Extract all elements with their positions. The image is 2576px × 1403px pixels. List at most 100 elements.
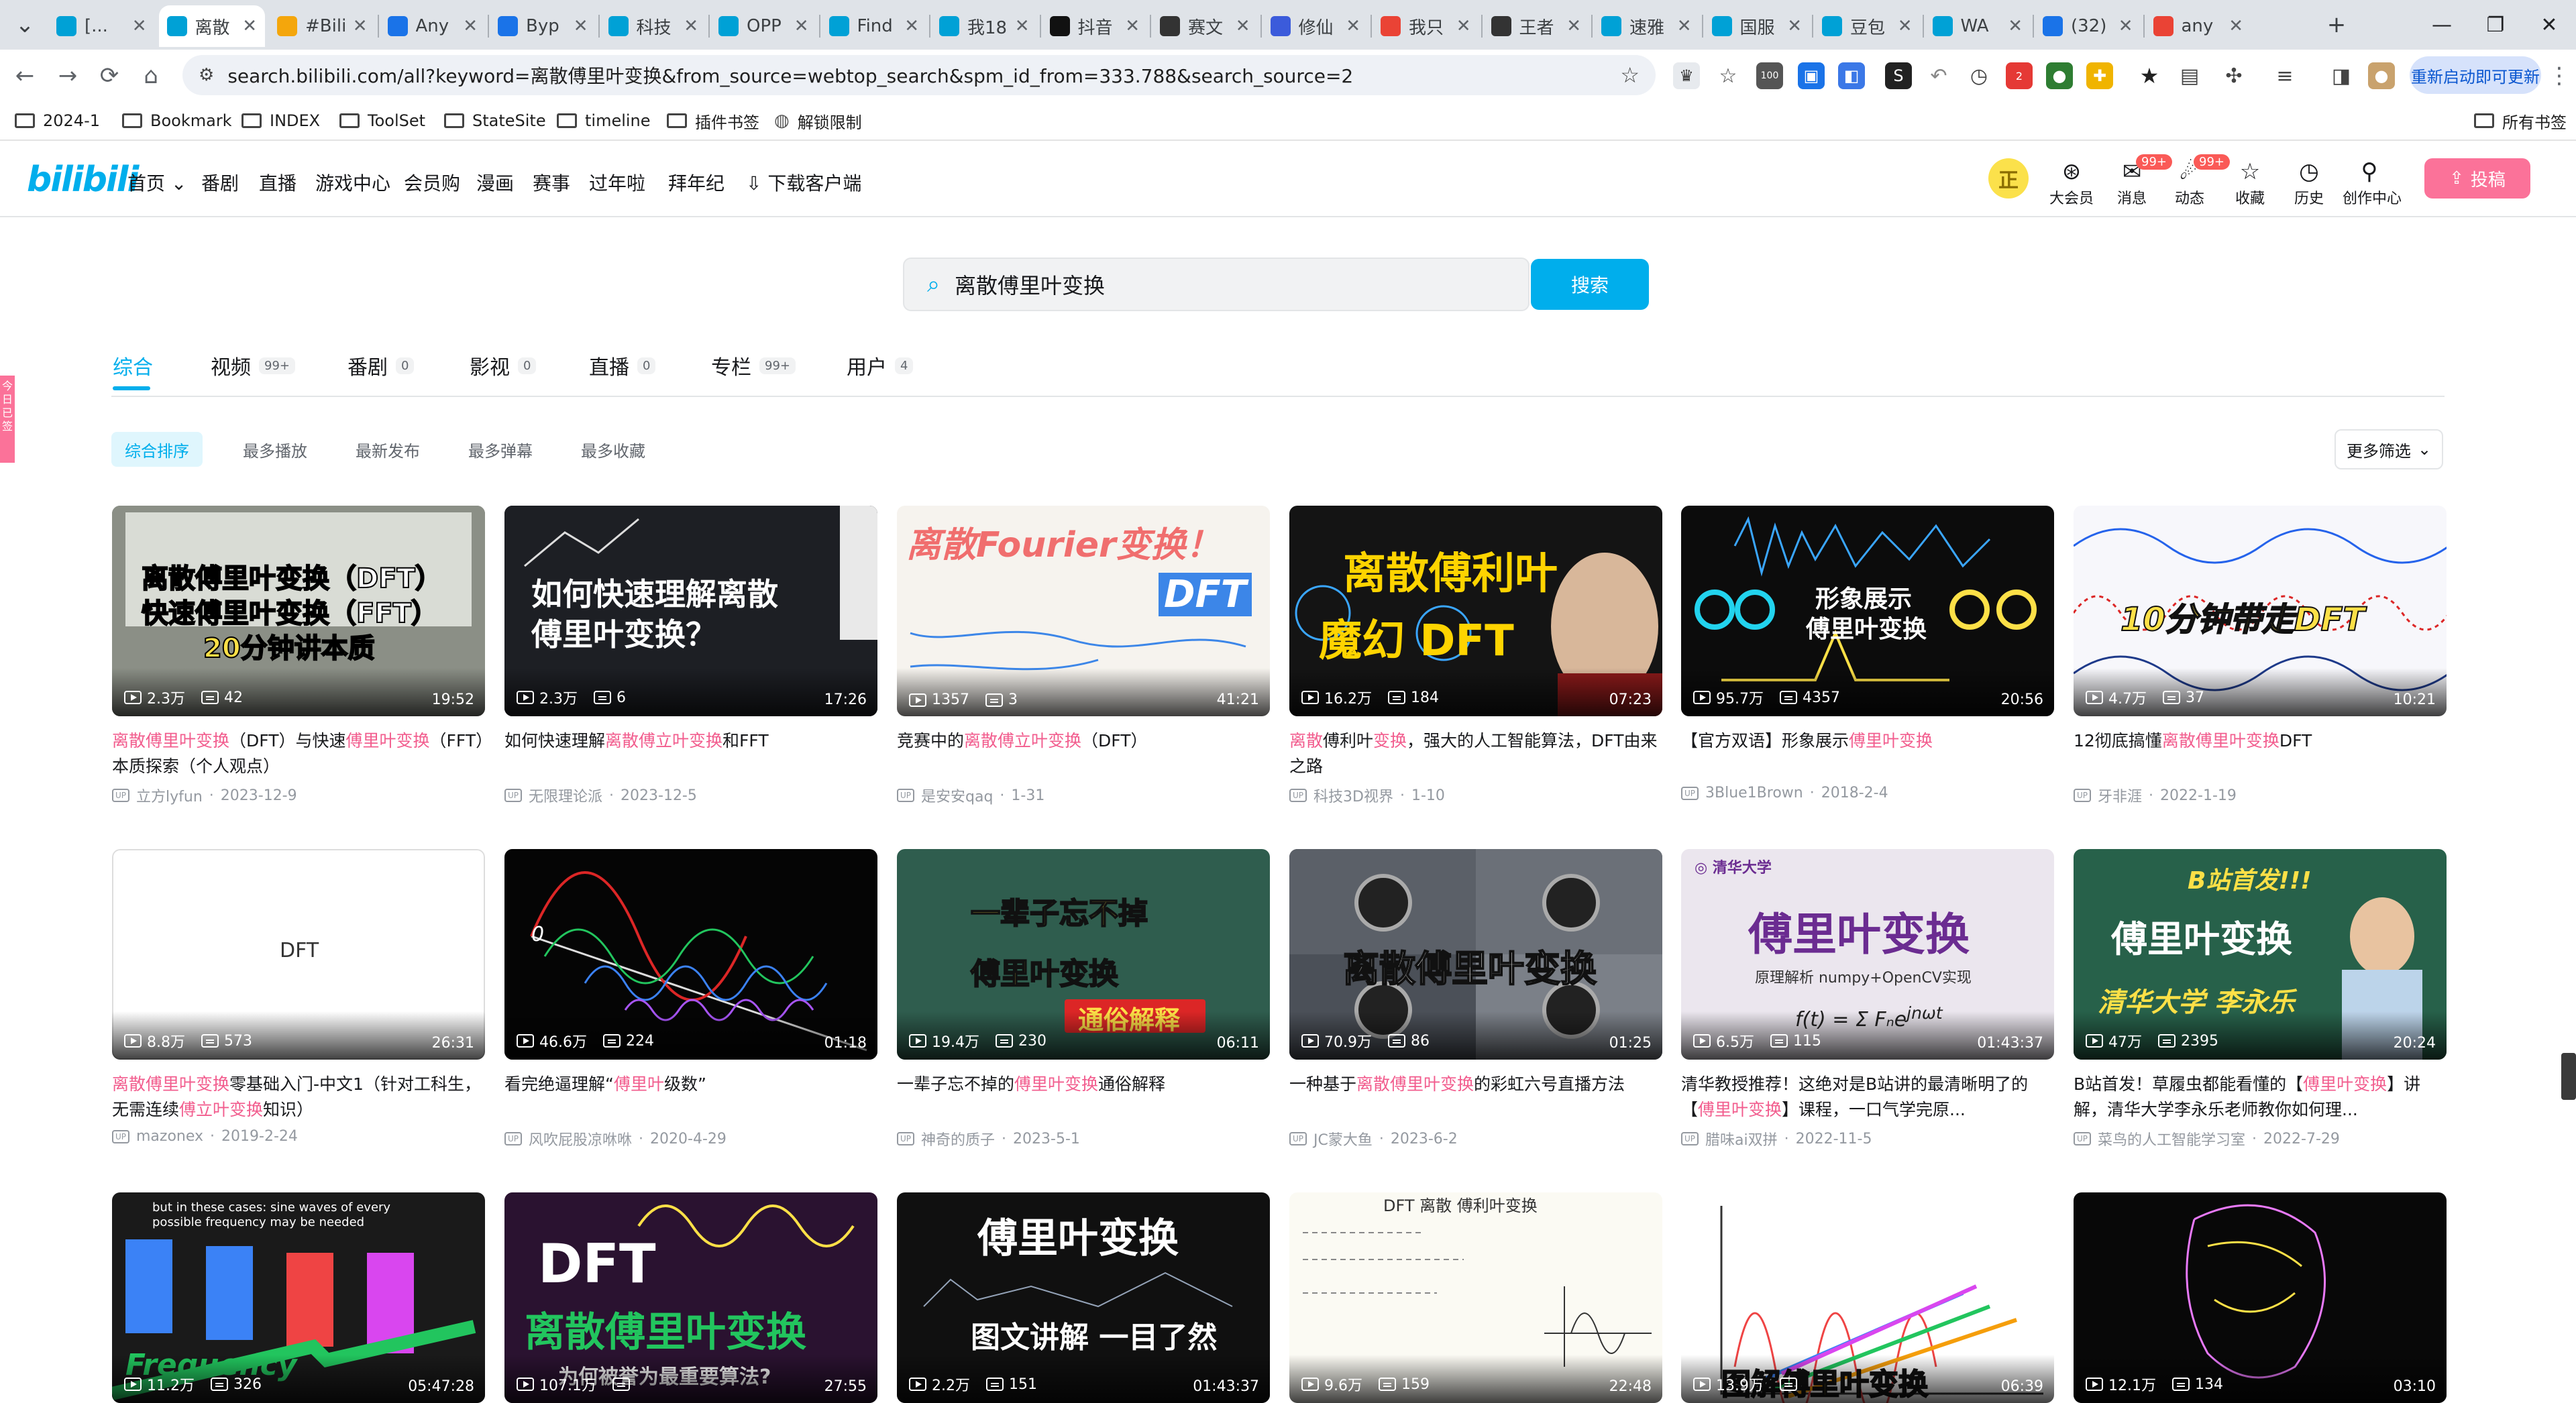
bookmark-folder-2024-1[interactable]: 2024-1 xyxy=(15,107,100,134)
uploader-name[interactable]: 牙非涯 xyxy=(2098,785,2142,806)
tab-film[interactable]: 影视 0 xyxy=(470,350,537,381)
side-panel-icon[interactable]: ◨ xyxy=(2328,62,2355,89)
video-thumbnail[interactable]: 形象展示 傅里叶变换 95.7万 4357 20:56 xyxy=(1681,506,2054,716)
nav-anime[interactable]: 番剧 xyxy=(201,169,239,196)
tab-search-icon[interactable]: ⌄ xyxy=(7,7,43,43)
video-thumbnail[interactable]: DFT离散傅里叶变换为何被誉为最重要算法?107.1万27:55 xyxy=(504,1192,877,1403)
nav-game-center[interactable]: 游戏中心 xyxy=(315,169,390,196)
extension-star-icon[interactable]: ☆ xyxy=(1715,62,1741,89)
nav-live[interactable]: 直播 xyxy=(259,169,297,196)
header-history[interactable]: ◷ 历史 xyxy=(2282,158,2336,208)
close-tab-icon[interactable]: ✕ xyxy=(132,16,147,36)
tab-users[interactable]: 用户 4 xyxy=(847,350,914,381)
uploader-name[interactable]: 科技3D视界 xyxy=(1313,785,1393,806)
close-tab-icon[interactable]: ✕ xyxy=(1677,16,1692,36)
video-thumbnail[interactable]: 离散傅里叶变换 70.9万 86 01:25 xyxy=(1289,849,1662,1060)
close-tab-icon[interactable]: ✕ xyxy=(353,16,368,36)
restore-button[interactable]: ❐ xyxy=(2469,5,2522,44)
video-title[interactable]: 竞赛中的离散傅立叶变换（DFT） xyxy=(897,728,1270,779)
uploader-name[interactable]: 3Blue1Brown xyxy=(1705,785,1803,801)
filter-newest[interactable]: 最新发布 xyxy=(342,432,433,467)
header-vip[interactable]: ⊛ 大会员 xyxy=(2045,158,2098,208)
video-title[interactable]: 如何快速理解离散傅立叶变换和FFT xyxy=(504,728,877,779)
extension-s-icon[interactable]: S xyxy=(1885,62,1912,89)
uploader-name[interactable]: 菜鸟的人工智能学习室 xyxy=(2098,1128,2245,1149)
header-creator-center[interactable]: ⚲ 创作中心 xyxy=(2343,158,2402,208)
nav-mall[interactable]: 会员购 xyxy=(404,169,460,196)
video-title[interactable]: 一种基于离散傅里叶变换的彩虹六号直播方法 xyxy=(1289,1072,1662,1123)
extension-pinned-star-icon[interactable]: ★ xyxy=(2136,62,2163,89)
site-info-icon[interactable]: ⚙ xyxy=(199,65,214,85)
search-input[interactable] xyxy=(953,271,1504,298)
video-card[interactable]: but in these cases: sine waves of every p… xyxy=(112,1192,485,1403)
extensions-puzzle-icon[interactable]: ✣ xyxy=(2220,62,2247,89)
video-card[interactable]: 图解傅里叶变换13.9万06:39 xyxy=(1681,1192,2054,1403)
nav-new-year[interactable]: 过年啦 xyxy=(589,169,645,196)
close-tab-icon[interactable]: ✕ xyxy=(1346,16,1360,36)
bilibili-logo[interactable]: bilibili xyxy=(27,160,139,200)
browser-tab[interactable]: [... ✕ xyxy=(48,5,155,47)
close-tab-icon[interactable]: ✕ xyxy=(1015,16,1030,36)
daily-checkin-tag[interactable]: 今日已签 xyxy=(0,376,15,463)
video-thumbnail[interactable]: 10分钟带走DFT 4.7万 37 10:21 xyxy=(2074,506,2447,716)
video-card[interactable]: B站首发!!! 傅里叶变换 清华大学 李永乐 47万 2395 20:24 B站首发！草履虫… xyxy=(2074,849,2447,1149)
more-filters-dropdown[interactable]: 更多筛选 ⌄ xyxy=(2334,429,2443,469)
video-thumbnail[interactable]: 傅里叶变换 图文讲解 一目了然 2.2万 151 01:43:37 xyxy=(897,1192,1270,1403)
tab-bangumi[interactable]: 番剧 0 xyxy=(347,350,415,381)
close-tab-icon[interactable]: ✕ xyxy=(1787,16,1802,36)
browser-tab[interactable]: Byp ✕ xyxy=(490,5,596,47)
video-card[interactable]: 傅里叶变换 图文讲解 一目了然 2.2万 151 01:43:37 xyxy=(897,1192,1270,1403)
close-tab-icon[interactable]: ✕ xyxy=(1898,16,1913,36)
video-thumbnail[interactable]: DFT 8.8万 573 26:31 xyxy=(112,849,485,1060)
address-bar[interactable]: ⚙ search.bilibili.com/all?keyword=离散傅里叶变… xyxy=(182,55,1656,95)
home-button[interactable]: ⌂ xyxy=(134,59,168,93)
video-thumbnail[interactable]: 离散傅利叶 魔幻 DFT 16.2万 184 07:23 xyxy=(1289,506,1662,716)
browser-tab[interactable]: 离散 ✕ xyxy=(158,5,265,47)
video-card[interactable]: 12.1万 134 03:10 xyxy=(2074,1192,2447,1403)
uploader-name[interactable]: 无限理论派 xyxy=(529,785,602,806)
bookmark-folder-plugins[interactable]: 插件书签 xyxy=(667,107,759,134)
nav-manga[interactable]: 漫画 xyxy=(476,169,514,196)
bookmark-folder-timeline[interactable]: timeline xyxy=(557,107,651,134)
video-thumbnail[interactable]: 12.1万 134 03:10 xyxy=(2074,1192,2447,1403)
browser-menu-icon[interactable]: ⋮ xyxy=(2542,59,2576,93)
tab-all[interactable]: 综合 xyxy=(113,350,153,381)
browser-tab[interactable]: (32) ✕ xyxy=(2035,5,2141,47)
nav-home[interactable]: 首页 ⌄ xyxy=(127,169,186,196)
close-window-button[interactable]: ✕ xyxy=(2522,5,2576,44)
minimize-button[interactable]: — xyxy=(2415,5,2469,44)
media-control-icon[interactable]: ≡ xyxy=(2271,62,2298,89)
all-bookmarks-folder[interactable]: 所有书签 xyxy=(2474,107,2567,134)
close-tab-icon[interactable]: ✕ xyxy=(904,16,919,36)
video-thumbnail[interactable]: 离散傅里叶变换（DFT） 快速傅里叶变换（FFT） 20分钟讲本质 2.3万 42 19:… xyxy=(112,506,485,716)
video-card[interactable]: 形象展示 傅里叶变换 95.7万 4357 20:56 【官方双语】形象展示傅里叶变换 UP… xyxy=(1681,506,2054,801)
video-title[interactable]: 一辈子忘不掉的傅里叶变换通俗解释 xyxy=(897,1072,1270,1123)
profile-avatar-icon[interactable]: ● xyxy=(2368,62,2395,89)
video-title[interactable]: 12彻底搞懂离散傅里叶变换DFT xyxy=(2074,728,2447,779)
video-thumbnail[interactable]: 0 46.6万 224 01:18 xyxy=(504,849,877,1060)
close-tab-icon[interactable]: ✕ xyxy=(1125,16,1140,36)
close-tab-icon[interactable]: ✕ xyxy=(1236,16,1250,36)
video-card[interactable]: 离散傅里叶变换 70.9万 86 01:25 一种基于离散傅里叶变换的彩虹六号直播方法 U… xyxy=(1289,849,1662,1149)
extension-translate-icon[interactable]: ◧ xyxy=(1838,62,1865,89)
tab-article[interactable]: 专栏 99+ xyxy=(711,350,796,381)
extension-red-icon[interactable]: 2 xyxy=(2006,62,2033,89)
browser-tab[interactable]: #Bili ✕ xyxy=(269,5,376,47)
video-card[interactable]: 10分钟带走DFT 4.7万 37 10:21 12彻底搞懂离散傅里叶变换DFT UP 牙非… xyxy=(2074,506,2447,806)
video-title[interactable]: 离散傅利叶变换，强大的人工智能算法，DFT由来之路 xyxy=(1289,728,1662,779)
bookmark-folder-statesite[interactable]: StateSite xyxy=(444,107,546,134)
back-button[interactable]: ← xyxy=(8,59,42,93)
nav-match[interactable]: 赛事 xyxy=(533,169,570,196)
browser-tab[interactable]: 修仙 ✕ xyxy=(1263,5,1369,47)
video-card[interactable]: 离散Fourier变换！ DFT 1357 3 41:21 竞赛中的离散傅立叶变换（DFT… xyxy=(897,506,1270,806)
extension-back-icon[interactable]: ↶ xyxy=(1925,62,1952,89)
browser-tab[interactable]: WA ✕ xyxy=(1925,5,2031,47)
video-thumbnail[interactable]: 如何快速理解离散 傅里叶变换？ 2.3万 6 17:26 xyxy=(504,506,877,716)
video-title[interactable]: B站首发！草履虫都能看懂的【傅里叶变换】讲解，清华大学李永乐老师教你如何理... xyxy=(2074,1072,2447,1123)
video-thumbnail[interactable]: but in these cases: sine waves of every p… xyxy=(112,1192,485,1403)
uploader-name[interactable]: JC蒙大鱼 xyxy=(1313,1128,1373,1149)
browser-tab[interactable]: 豆包 ✕ xyxy=(1814,5,1921,47)
new-tab-button[interactable]: + xyxy=(2318,7,2355,43)
extension-clipboard-icon[interactable]: ▤ xyxy=(2176,62,2203,89)
tab-video[interactable]: 视频 99+ xyxy=(211,350,295,381)
